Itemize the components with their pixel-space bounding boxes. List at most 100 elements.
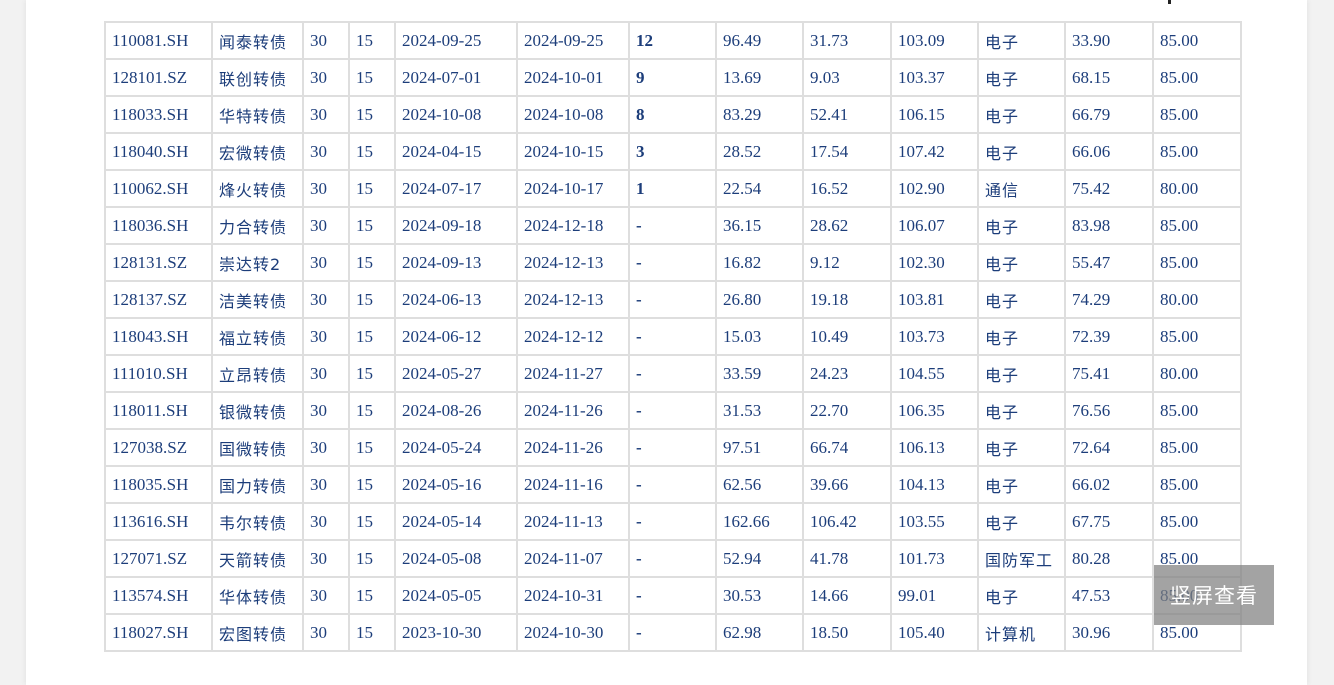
start-date-cell: 2024-05-24 xyxy=(394,428,518,467)
value-3-cell: 76.56 xyxy=(1064,391,1154,430)
param-a-cell: 30 xyxy=(302,206,350,245)
value-1-cell: 36.15 xyxy=(715,206,804,245)
table-row: 113616.SH 韦尔转债 30 15 2024-05-14 2024-11-13-16… xyxy=(104,502,1242,541)
table-row: 118027.SH 宏图转债 30 15 2023-10-30 2024-10-30-62… xyxy=(104,613,1242,652)
value-3-cell: 74.29 xyxy=(1064,280,1154,319)
industry-cell: 电子 xyxy=(977,280,1066,319)
param-b-cell: 15 xyxy=(348,58,396,97)
param-b-cell: 15 xyxy=(348,243,396,282)
value-3-cell: 68.15 xyxy=(1064,58,1154,97)
portrait-view-button[interactable]: 竖屏查看 xyxy=(1154,565,1274,625)
bond-code-cell: 118043.SH xyxy=(104,317,213,356)
table-row: 118033.SH 华特转债 30 15 2024-10-08 2024-10-08 8 83… xyxy=(104,95,1242,134)
table-row: 128137.SZ 洁美转债 30 15 2024-06-13 2024-12-13-26… xyxy=(104,280,1242,319)
price-cell: 106.35 xyxy=(890,391,979,430)
days-count-cell: - xyxy=(628,280,717,319)
price-cell: 107.42 xyxy=(890,132,979,171)
param-b-cell: 15 xyxy=(348,465,396,504)
value-2-cell: 9.03 xyxy=(802,58,892,97)
industry-cell: 电子 xyxy=(977,502,1066,541)
value-1-cell: 62.98 xyxy=(715,613,804,652)
bond-code-cell: 127071.SZ xyxy=(104,539,213,578)
param-a-cell: 30 xyxy=(302,280,350,319)
value-2-cell: 19.18 xyxy=(802,280,892,319)
start-date-cell: 2024-09-25 xyxy=(394,21,518,60)
start-date-cell: 2024-05-14 xyxy=(394,502,518,541)
end-date-cell: 2024-11-26 xyxy=(516,391,630,430)
end-date-cell: 2024-12-13 xyxy=(516,243,630,282)
end-date-cell: 2024-11-13 xyxy=(516,502,630,541)
end-date-cell: 2024-12-13 xyxy=(516,280,630,319)
param-a-cell: 30 xyxy=(302,317,350,356)
days-count-cell: 3 xyxy=(628,132,717,171)
table-row: 128101.SZ 联创转债 30 15 2024-07-01 2024-10-01 9 13… xyxy=(104,58,1242,97)
table-row: 118035.SH 国力转债 30 15 2024-05-16 2024-11-16-62… xyxy=(104,465,1242,504)
end-date-cell: 2024-11-16 xyxy=(516,465,630,504)
value-2-cell: 14.66 xyxy=(802,576,892,615)
industry-cell: 计算机 xyxy=(977,613,1066,652)
price-cell: 104.13 xyxy=(890,465,979,504)
bond-code-cell: 118035.SH xyxy=(104,465,213,504)
param-b-cell: 15 xyxy=(348,317,396,356)
end-date-cell: 2024-10-31 xyxy=(516,576,630,615)
industry-cell: 电子 xyxy=(977,391,1066,430)
days-count-cell: - xyxy=(628,206,717,245)
start-date-cell: 2024-09-13 xyxy=(394,243,518,282)
table-row: 118011.SH 银微转债 30 15 2024-08-26 2024-11-26-31… xyxy=(104,391,1242,430)
param-a-cell: 30 xyxy=(302,428,350,467)
value-1-cell: 96.49 xyxy=(715,21,804,60)
param-b-cell: 15 xyxy=(348,206,396,245)
days-count-cell: 9 xyxy=(628,58,717,97)
param-b-cell: 15 xyxy=(348,132,396,171)
value-2-cell: 22.70 xyxy=(802,391,892,430)
bond-name-cell: 洁美转债 xyxy=(211,280,304,319)
param-b-cell: 15 xyxy=(348,95,396,134)
value-1-cell: 28.52 xyxy=(715,132,804,171)
price-cell: 103.81 xyxy=(890,280,979,319)
start-date-cell: 2024-10-08 xyxy=(394,95,518,134)
value-2-cell: 52.41 xyxy=(802,95,892,134)
start-date-cell: 2024-05-05 xyxy=(394,576,518,615)
days-count-cell: - xyxy=(628,613,717,652)
start-date-cell: 2024-04-15 xyxy=(394,132,518,171)
price-cell: 103.37 xyxy=(890,58,979,97)
value-3-cell: 30.96 xyxy=(1064,613,1154,652)
start-date-cell: 2024-07-17 xyxy=(394,169,518,208)
value-2-cell: 28.62 xyxy=(802,206,892,245)
bond-name-cell: 天箭转债 xyxy=(211,539,304,578)
days-count-cell: - xyxy=(628,576,717,615)
days-count-cell: - xyxy=(628,243,717,282)
param-b-cell: 15 xyxy=(348,354,396,393)
value-1-cell: 31.53 xyxy=(715,391,804,430)
days-count-cell: - xyxy=(628,391,717,430)
end-date-cell: 2024-10-08 xyxy=(516,95,630,134)
value-1-cell: 33.59 xyxy=(715,354,804,393)
industry-cell: 电子 xyxy=(977,243,1066,282)
days-count-cell: - xyxy=(628,354,717,393)
param-b-cell: 15 xyxy=(348,21,396,60)
bond-code-cell: 118033.SH xyxy=(104,95,213,134)
bond-name-cell: 国微转债 xyxy=(211,428,304,467)
value-3-cell: 75.41 xyxy=(1064,354,1154,393)
param-a-cell: 30 xyxy=(302,132,350,171)
bond-code-cell: 118011.SH xyxy=(104,391,213,430)
price-cell: 104.55 xyxy=(890,354,979,393)
price-cell: 101.73 xyxy=(890,539,979,578)
price-cell: 102.30 xyxy=(890,243,979,282)
param-a-cell: 30 xyxy=(302,354,350,393)
days-count-cell: 8 xyxy=(628,95,717,134)
bond-name-cell: 崇达转2 xyxy=(211,243,304,282)
days-count-cell: - xyxy=(628,502,717,541)
value-2-cell: 31.73 xyxy=(802,21,892,60)
value-2-cell: 10.49 xyxy=(802,317,892,356)
bond-name-cell: 力合转债 xyxy=(211,206,304,245)
industry-cell: 电子 xyxy=(977,95,1066,134)
bond-name-cell: 福立转债 xyxy=(211,317,304,356)
param-a-cell: 30 xyxy=(302,169,350,208)
start-date-cell: 2024-08-26 xyxy=(394,391,518,430)
start-date-cell: 2024-05-08 xyxy=(394,539,518,578)
table-row: 127071.SZ 天箭转债 30 15 2024-05-08 2024-11-07-52… xyxy=(104,539,1242,578)
days-count-cell: - xyxy=(628,539,717,578)
bond-name-cell: 华特转债 xyxy=(211,95,304,134)
param-b-cell: 15 xyxy=(348,539,396,578)
